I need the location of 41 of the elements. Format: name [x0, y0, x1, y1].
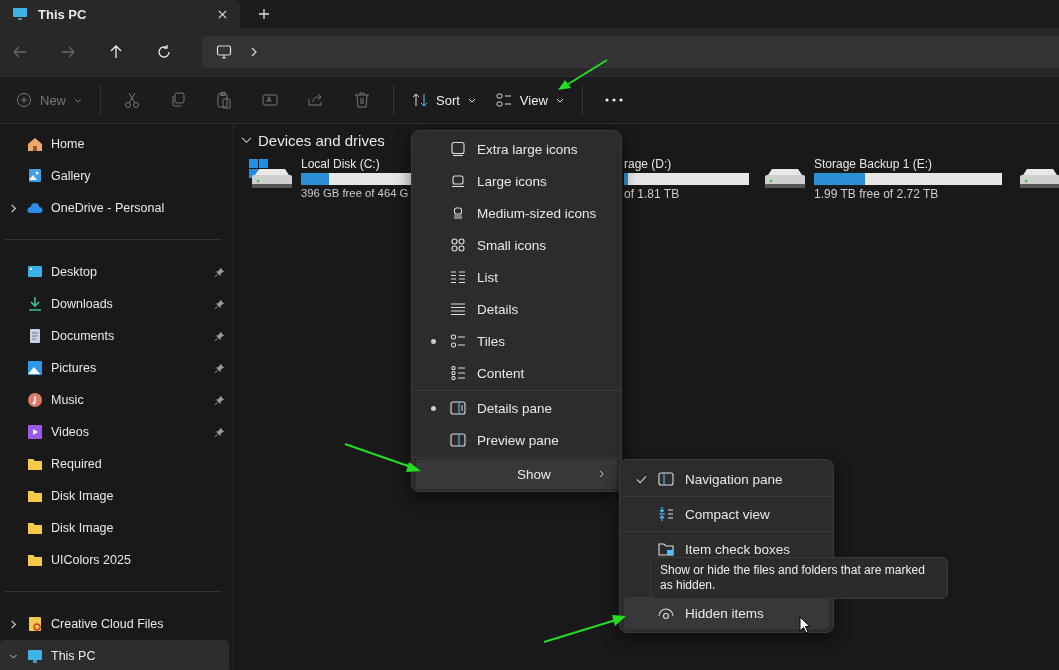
- sidebar-item[interactable]: Disk Image: [0, 512, 229, 544]
- drive-name: Local Disk (C:): [301, 157, 380, 171]
- menu-item[interactable]: Compact view: [624, 498, 829, 530]
- menu-item[interactable]: Small icons: [416, 229, 617, 261]
- sidebar-item[interactable]: Creative Cloud Files: [0, 608, 229, 640]
- section-title: Devices and drives: [258, 132, 385, 149]
- sidebar-item[interactable]: Music: [0, 384, 229, 416]
- menu-item[interactable]: Preview pane: [416, 424, 617, 456]
- sidebar-item[interactable]: UIColors 2025: [0, 544, 229, 576]
- menu-item[interactable]: List: [416, 261, 617, 293]
- menu-item[interactable]: Medium-sized icons: [416, 197, 617, 229]
- sidebar-item[interactable]: Gallery: [0, 160, 229, 192]
- menu-item[interactable]: Details: [416, 293, 617, 325]
- sidebar-item[interactable]: This PC: [0, 640, 229, 670]
- sidebar-item[interactable]: Required: [0, 448, 229, 480]
- sidebar-item[interactable]: Videos: [0, 416, 229, 448]
- menu-item[interactable]: Details pane: [416, 392, 617, 424]
- tooltip: Show or hide the files and folders that are marked as hidden.: [650, 557, 948, 599]
- sidebar-item[interactable]: Pictures: [0, 352, 229, 384]
- window-tab[interactable]: This PC: [0, 0, 240, 28]
- menu-item[interactable]: Navigation pane: [624, 463, 829, 495]
- tab-title: This PC: [38, 6, 88, 22]
- sidebar-item[interactable]: Home: [0, 128, 229, 160]
- show-menu-item[interactable]: Show: [416, 459, 617, 489]
- sort-button[interactable]: Sort: [404, 86, 484, 114]
- menu-item[interactable]: Extra large icons: [416, 133, 617, 165]
- drive-name: Storage Backup 1 (E:): [814, 157, 934, 171]
- sidebar-item[interactable]: Desktop: [0, 256, 229, 288]
- menu-item[interactable]: Content: [416, 357, 617, 389]
- sidebar-item[interactable]: Downloads: [0, 288, 229, 320]
- sidebar-item[interactable]: Disk Image: [0, 480, 229, 512]
- menu-item[interactable]: Tiles: [416, 325, 617, 357]
- sidebar-item[interactable]: Documents: [0, 320, 229, 352]
- drive-name: rage (D:): [624, 157, 673, 171]
- sidebar-item[interactable]: OneDrive - Personal: [0, 192, 229, 224]
- view-button[interactable]: View: [487, 86, 572, 114]
- menu-item[interactable]: Large icons: [416, 165, 617, 197]
- free-space-text: of 1.81 TB: [624, 187, 681, 201]
- free-space-text: 396 GB free of 464 G: [301, 187, 409, 199]
- menu-item[interactable]: Hidden items: [624, 597, 829, 629]
- free-space-text: 1.99 TB free of 2.72 TB: [814, 187, 940, 201]
